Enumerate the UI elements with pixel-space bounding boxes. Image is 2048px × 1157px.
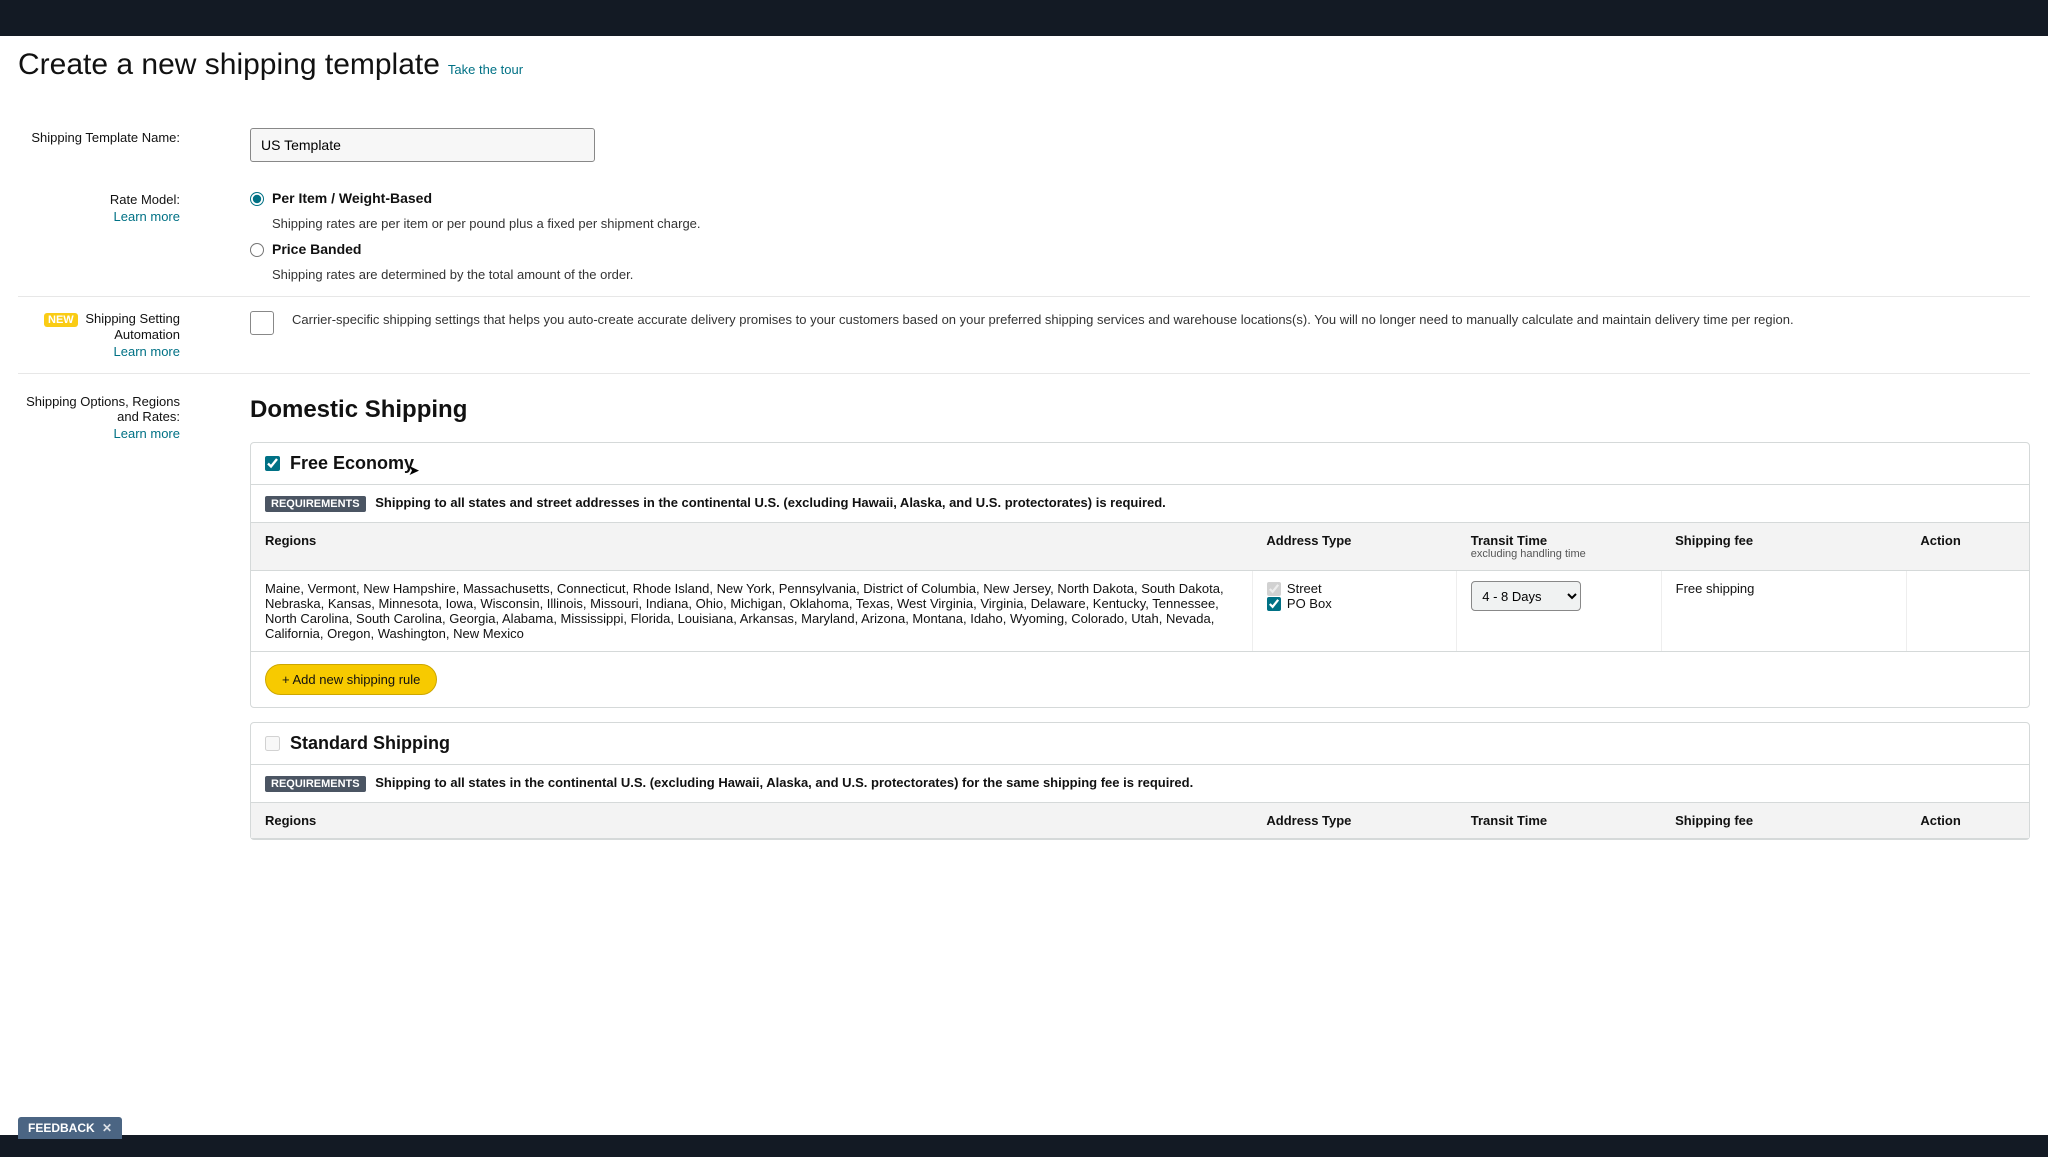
top-nav-bar (0, 0, 2048, 36)
rate-model-label: Rate Model: (110, 192, 180, 207)
radio-per-item-desc: Shipping rates are per item or per pound… (272, 216, 2030, 231)
automation-desc: Carrier-specific shipping settings that … (292, 311, 1794, 329)
requirements-badge: REQUIREMENTS (265, 776, 366, 792)
cell-action (1906, 571, 2029, 652)
options-row: Shipping Options, Regions and Rates: Lea… (18, 374, 2030, 868)
standard-header: Standard Shipping (251, 723, 2029, 765)
cell-address-type: Street PO Box (1252, 571, 1456, 652)
pobox-checkbox[interactable] (1267, 597, 1281, 611)
options-learn-more[interactable]: Learn more (18, 426, 180, 441)
standard-checkbox (265, 736, 280, 751)
requirements-text: Shipping to all states and street addres… (375, 495, 1166, 510)
table-header-row: Regions Address Type Transit Time Shippi… (251, 803, 2029, 839)
transit-select[interactable]: 4 - 8 Days (1471, 581, 1581, 611)
automation-row: NEW Shipping Setting Automation Learn mo… (18, 297, 2030, 374)
radio-price-banded[interactable]: Price Banded (250, 241, 2030, 257)
close-icon[interactable]: ✕ (102, 1121, 112, 1135)
cell-fee: Free shipping (1661, 571, 1906, 652)
rate-model-row: Rate Model: Learn more Per Item / Weight… (18, 176, 2030, 297)
automation-learn-more[interactable]: Learn more (18, 344, 180, 359)
cell-transit: 4 - 8 Days (1457, 571, 1661, 652)
free-economy-panel: Free Economy REQUIREMENTS Shipping to al… (250, 442, 2030, 708)
standard-title: Standard Shipping (290, 733, 450, 754)
col-regions: Regions (251, 523, 1252, 571)
standard-table: Regions Address Type Transit Time Shippi… (251, 803, 2029, 839)
standard-requirements: REQUIREMENTS Shipping to all states in t… (251, 765, 2029, 803)
pobox-label: PO Box (1287, 596, 1332, 611)
free-economy-table: Regions Address Type Transit Time exclud… (251, 523, 2029, 652)
free-economy-title: Free Economy (290, 453, 414, 474)
free-economy-requirements: REQUIREMENTS Shipping to all states and … (251, 485, 2029, 523)
template-name-row: Shipping Template Name: (18, 100, 2030, 176)
radio-per-item[interactable]: Per Item / Weight-Based (250, 190, 2030, 206)
street-checkbox (1267, 582, 1281, 596)
radio-price-banded-title: Price Banded (272, 241, 361, 257)
radio-per-item-input[interactable] (250, 192, 264, 206)
col-regions: Regions (251, 803, 1252, 839)
standard-shipping-panel: Standard Shipping REQUIREMENTS Shipping … (250, 722, 2030, 840)
col-address-type: Address Type (1252, 803, 1456, 839)
col-action: Action (1906, 803, 2029, 839)
template-name-label: Shipping Template Name: (31, 130, 180, 145)
rate-model-learn-more[interactable]: Learn more (18, 209, 180, 224)
free-economy-checkbox[interactable] (265, 456, 280, 471)
options-label: Shipping Options, Regions and Rates: (26, 394, 180, 424)
page-content: Create a new shipping template Take the … (0, 36, 2048, 908)
automation-label: Shipping Setting Automation (85, 311, 180, 342)
col-shipping-fee: Shipping fee (1661, 803, 1906, 839)
col-transit-label: Transit Time (1471, 533, 1547, 548)
bottom-bar (0, 1135, 2048, 1157)
col-address-type: Address Type (1252, 523, 1456, 571)
domestic-heading: Domestic Shipping (250, 396, 2030, 424)
radio-per-item-title: Per Item / Weight-Based (272, 190, 432, 206)
radio-price-banded-desc: Shipping rates are determined by the tot… (272, 267, 2030, 282)
radio-price-banded-input[interactable] (250, 243, 264, 257)
col-transit-time: Transit Time (1457, 803, 1661, 839)
col-transit-time: Transit Time excluding handling time (1457, 523, 1661, 571)
col-shipping-fee: Shipping fee (1661, 523, 1906, 571)
free-economy-header: Free Economy (251, 443, 2029, 485)
requirements-badge: REQUIREMENTS (265, 496, 366, 512)
street-label: Street (1287, 581, 1322, 596)
col-transit-sub: excluding handling time (1471, 548, 1647, 560)
page-title: Create a new shipping template (18, 48, 440, 82)
col-action: Action (1906, 523, 2029, 571)
take-tour-link[interactable]: Take the tour (448, 62, 523, 77)
requirements-text: Shipping to all states in the continenta… (375, 775, 1193, 790)
feedback-button[interactable]: FEEDBACK ✕ (18, 1117, 122, 1139)
cell-regions: Maine, Vermont, New Hampshire, Massachus… (251, 571, 1252, 652)
automation-checkbox[interactable] (250, 311, 274, 335)
add-shipping-rule-button[interactable]: + Add new shipping rule (265, 664, 437, 695)
feedback-label: FEEDBACK (28, 1121, 95, 1135)
template-name-input[interactable] (250, 128, 595, 162)
new-badge: NEW (44, 313, 78, 327)
table-header-row: Regions Address Type Transit Time exclud… (251, 523, 2029, 571)
table-row: Maine, Vermont, New Hampshire, Massachus… (251, 571, 2029, 652)
